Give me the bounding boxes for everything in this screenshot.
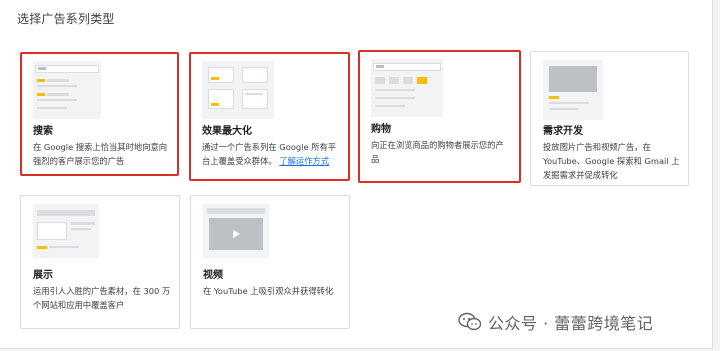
watermark: 公众号 · 蕾蕾跨境笔记	[458, 310, 653, 334]
card-display[interactable]: 展示 运用引人入胜的广告素材，在 300 万 个网站和应用中覆盖客户	[20, 195, 180, 329]
card-title: 搜索	[33, 126, 53, 137]
card-title: 效果最大化	[202, 126, 252, 137]
card-description: 在 YouTube 上吸引观众并获得转化	[203, 286, 334, 296]
card-description: 向正在浏览商品的购物者展示您的产 品	[371, 140, 504, 164]
section-title: 选择广告系列类型	[17, 12, 115, 26]
shopping-thumbnail	[371, 59, 443, 117]
card-description: 在 Google 搜索上恰当其时地向意向 强烈的客户展示您的广告	[33, 142, 168, 166]
card-description: 通过一个广告系列在 Google 所有平 台上覆盖受众群体。 了解运作方式	[202, 142, 337, 166]
card-video[interactable]: 视频 在 YouTube 上吸引观众并获得转化	[190, 195, 350, 329]
card-title: 视频	[203, 270, 223, 281]
card-title: 购物	[371, 124, 391, 135]
card-title: 需求开发	[543, 126, 583, 137]
campaign-type-panel: 选择广告系列类型 搜索 在 Google 搜索上恰当其时地向意向 强烈的客户展示…	[0, 0, 713, 349]
display-thumbnail	[33, 204, 99, 258]
wechat-icon	[458, 312, 482, 332]
card-demand-gen[interactable]: 需求开发 投放图片广告和视频广告，在 YouTube、Google 探索和 Gm…	[530, 51, 689, 186]
card-title: 展示	[33, 270, 53, 281]
learn-how-it-works-link[interactable]: 了解运作方式	[279, 156, 329, 166]
demand-gen-thumbnail	[543, 60, 603, 120]
card-shopping[interactable]: 购物 向正在浏览商品的购物者展示您的产 品	[358, 50, 521, 183]
video-thumbnail	[203, 204, 269, 258]
play-icon	[233, 230, 240, 238]
card-performance-max[interactable]: 效果最大化 通过一个广告系列在 Google 所有平 台上覆盖受众群体。 了解运…	[189, 52, 350, 181]
performance-max-thumbnail	[202, 61, 274, 119]
card-description: 投放图片广告和视频广告，在 YouTube、Google 探索和 Gmail 上…	[543, 142, 680, 180]
search-thumbnail	[33, 61, 101, 119]
card-description: 运用引人入胜的广告素材，在 300 万 个网站和应用中覆盖客户	[33, 286, 171, 310]
card-search[interactable]: 搜索 在 Google 搜索上恰当其时地向意向 强烈的客户展示您的广告	[20, 52, 179, 176]
watermark-text: 公众号 · 蕾蕾跨境笔记	[488, 314, 654, 333]
